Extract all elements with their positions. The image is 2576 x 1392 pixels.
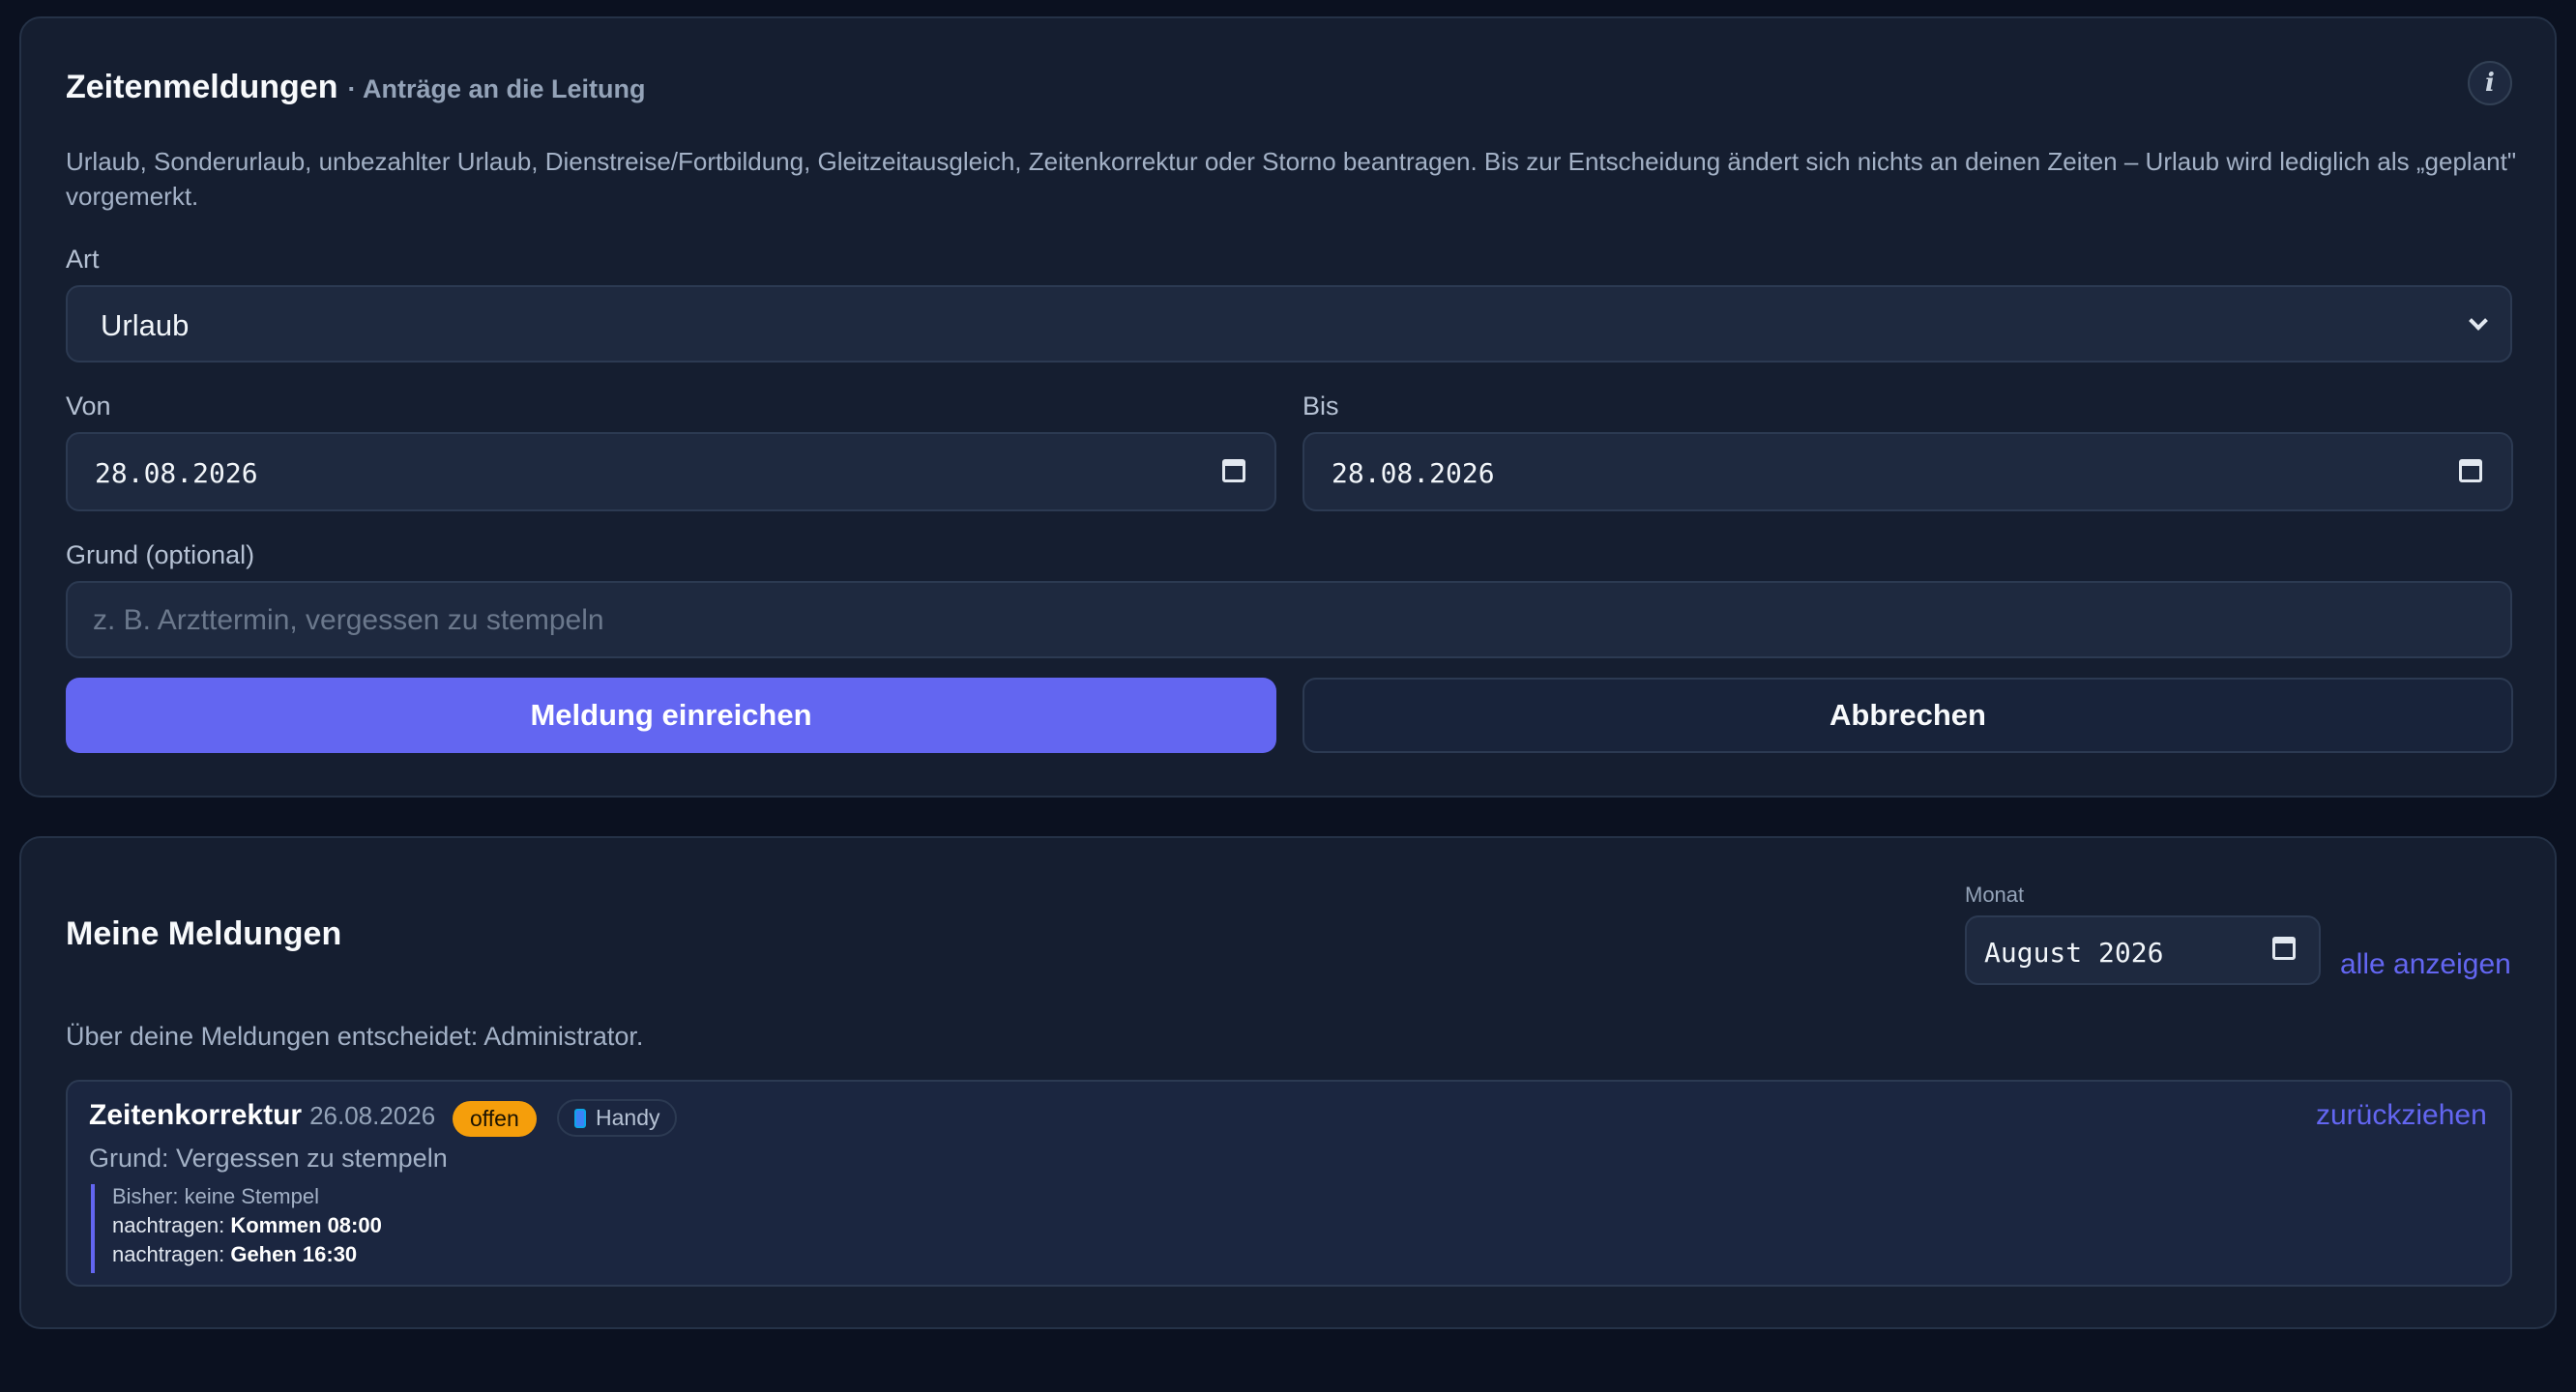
add-value: Kommen 08:00: [230, 1213, 382, 1237]
item-add-line-2: nachtragen: Gehen 16:30: [112, 1242, 357, 1267]
from-date-input[interactable]: 28.08.2026: [66, 432, 1276, 511]
form-header: Zeitenmeldungen · Anträge an die Leitung: [66, 69, 645, 106]
chevron-down-icon: [2469, 311, 2488, 331]
type-label: Art: [66, 245, 100, 274]
from-label: Von: [66, 392, 111, 420]
info-button[interactable]: i: [2468, 61, 2512, 105]
add-value: Gehen 16:30: [230, 1242, 358, 1266]
form-subtitle: · Anträge an die Leitung: [347, 74, 646, 103]
device-badge: Handy: [557, 1099, 678, 1137]
form-title: Zeitenmeldungen: [66, 69, 338, 105]
month-input[interactable]: August 2026: [1965, 915, 2321, 985]
reason-label: Grund (optional): [66, 540, 255, 569]
item-previous: Bisher: keine Stempel: [112, 1184, 319, 1208]
phone-icon: [574, 1108, 586, 1128]
show-all-link[interactable]: alle anzeigen: [2340, 948, 2511, 981]
item-type: Zeitenkorrektur: [89, 1099, 303, 1131]
to-label: Bis: [1303, 392, 1339, 420]
cancel-button[interactable]: Abbrechen: [1303, 678, 2513, 753]
reason-placeholder: z. B. Arzttermin, vergessen zu stempeln: [93, 604, 604, 636]
month-value: August 2026: [1984, 937, 2164, 969]
calendar-icon[interactable]: [1222, 459, 1245, 482]
type-select-value: Urlaub: [101, 308, 190, 342]
calendar-icon[interactable]: [2459, 459, 2482, 482]
item-date: 26.08.2026: [309, 1101, 436, 1130]
to-date-value: 28.08.2026: [1332, 457, 1495, 489]
decider-text: Über deine Meldungen entscheidet: Admini…: [66, 1022, 644, 1051]
item-header: Zeitenkorrektur 26.08.2026: [89, 1099, 435, 1132]
type-select[interactable]: Urlaub: [66, 285, 2512, 362]
calendar-icon[interactable]: [2272, 937, 2296, 960]
withdraw-link[interactable]: zurückziehen: [2316, 1099, 2487, 1132]
reason-input[interactable]: z. B. Arzttermin, vergessen zu stempeln: [66, 581, 2512, 658]
list-item: Zeitenkorrektur 26.08.2026 offen Handy z…: [66, 1080, 2512, 1287]
add-prefix: nachtragen:: [112, 1213, 225, 1237]
device-label: Handy: [596, 1105, 660, 1130]
to-date-input[interactable]: 28.08.2026: [1303, 432, 2513, 511]
item-reason: Grund: Vergessen zu stempeln: [89, 1144, 448, 1173]
my-requests-card: Meine Meldungen Monat August 2026 alle a…: [19, 836, 2557, 1329]
detail-bar: [91, 1184, 95, 1273]
my-requests-title: Meine Meldungen: [66, 915, 342, 952]
submit-button[interactable]: Meldung einreichen: [66, 678, 1276, 753]
form-description: Urlaub, Sonderurlaub, unbezahlter Urlaub…: [66, 147, 2517, 211]
month-label: Monat: [1965, 883, 2025, 907]
item-add-line-1: nachtragen: Kommen 08:00: [112, 1213, 382, 1238]
request-form-card: Zeitenmeldungen · Anträge an die Leitung…: [19, 16, 2557, 798]
status-badge: offen: [453, 1101, 537, 1137]
from-date-value: 28.08.2026: [95, 457, 258, 489]
add-prefix: nachtragen:: [112, 1242, 225, 1266]
